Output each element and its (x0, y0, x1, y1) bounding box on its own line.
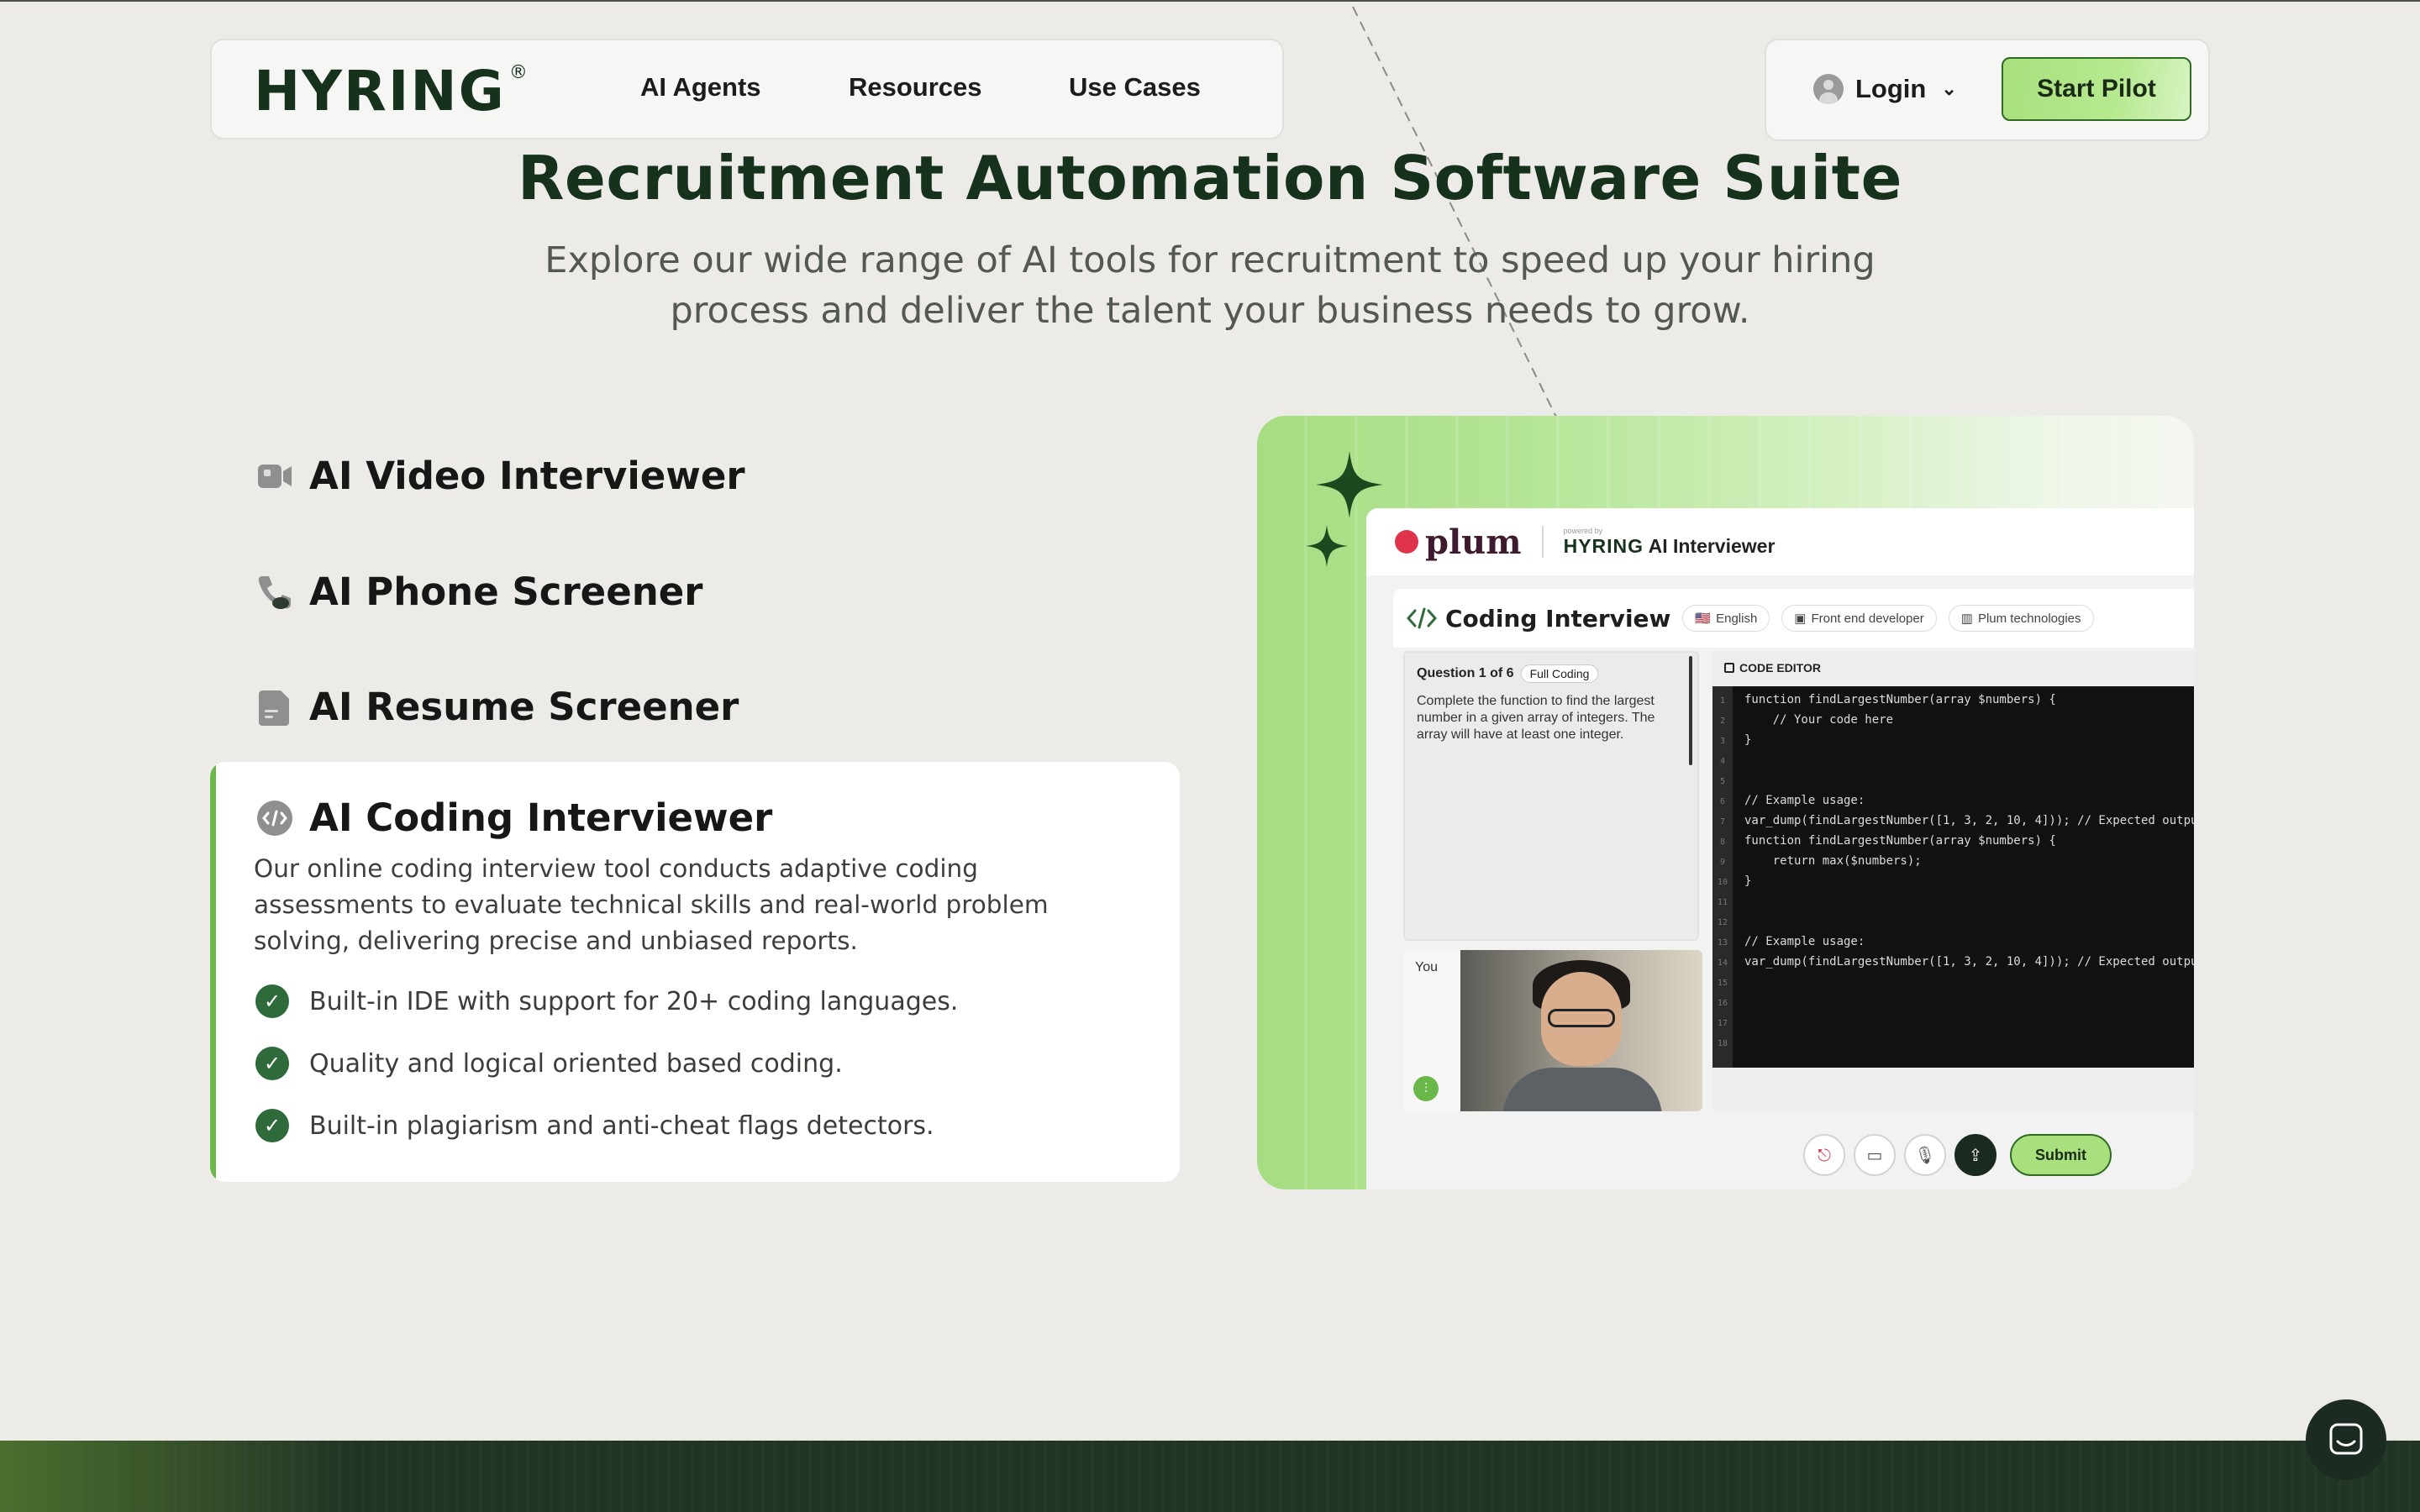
interview-toolbar: Coding Interview 🇺🇸 English ▣ Front end de… (1393, 589, 2194, 648)
interviewer-app: plum powered by HYRING AI Interviewer Co… (1366, 508, 2194, 1189)
video-camera-icon (255, 457, 294, 496)
page-title: Recruitment Automation Software Suite (518, 143, 1902, 213)
question-tag: Full Coding (1520, 664, 1599, 683)
page-subtitle: Explore our wide range of AI tools for r… (544, 239, 1876, 332)
question-text: Complete the function to find the larges… (1417, 694, 1655, 742)
code-line: 16 (1717, 999, 1728, 1008)
feature-description: Our online coding interview tool conduct… (254, 854, 1049, 955)
feature-tab-video-interviewer[interactable]: AI Video Interviewer (255, 454, 745, 498)
footer-band (0, 1441, 2420, 1512)
user-avatar-icon (1813, 74, 1844, 104)
start-pilot-button[interactable]: Start Pilot (2002, 57, 2191, 121)
building-icon: ▥ (1960, 612, 1973, 626)
code-line: 12 (1717, 918, 1728, 927)
code-line: 18 (1717, 1039, 1728, 1048)
phone-icon (255, 573, 294, 612)
editor-icon (1724, 663, 1734, 673)
candidate-image (1460, 950, 1702, 1111)
check-icon: ✓ (255, 984, 289, 1018)
interview-controls: ⎋ ▭ 🎙 ⇪ Submit (1803, 1134, 2112, 1176)
code-icon (255, 799, 294, 837)
code-line: 7 var_dump(findLargestNumber([1, 3, 2, 10… (1719, 814, 2194, 827)
chip-company[interactable]: ▥ Plum technologies (1948, 605, 2094, 632)
nav-link-use-cases[interactable]: Use Cases (1069, 72, 1201, 102)
code-line: 1 function findLargestNumber(array $numbe… (1719, 693, 2056, 706)
hyring-logo[interactable]: HYRING ® (254, 59, 529, 123)
feature-tab-resume-screener[interactable]: AI Resume Screener (255, 685, 739, 729)
chip-role[interactable]: ▣ Front end developer (1781, 605, 1937, 632)
interview-title: Coding Interview (1407, 605, 1670, 633)
plum-logo: plum (1395, 522, 1522, 562)
code-line: 15 (1717, 979, 1728, 988)
code-line: 3} (1719, 733, 1752, 747)
code-line: 2 // Your code here (1719, 713, 1894, 727)
feature-title: AI Coding Interviewer (309, 795, 773, 840)
feature-bullet: ✓ Quality and logical oriented based cod… (255, 1047, 843, 1080)
chip-language[interactable]: 🇺🇸 English (1682, 605, 1770, 632)
submit-button[interactable]: Submit (2010, 1134, 2112, 1176)
chevron-down-icon: ⌄ (1941, 78, 1957, 99)
code-line: 17 (1717, 1019, 1728, 1028)
question-panel: Question 1 of 6 Full Coding Complete the… (1403, 651, 1699, 941)
main-nav: HYRING ® AI Agents Resources Use Cases (210, 39, 1284, 139)
code-area[interactable]: 1 function findLargestNumber(array $numbe… (1712, 686, 2194, 1068)
code-line: 6// Example usage: (1719, 794, 1865, 807)
briefcase-icon: ▣ (1794, 612, 1807, 626)
feature-title: AI Video Interviewer (309, 454, 745, 498)
feature-bullet: ✓ Built-in IDE with support for 20+ codi… (255, 984, 958, 1018)
divider (1541, 526, 1544, 558)
code-brackets-icon (1407, 607, 1437, 629)
exit-button[interactable]: ⎋ (1803, 1134, 1845, 1176)
camera-button[interactable]: ▭ (1854, 1134, 1896, 1176)
active-indicator (210, 762, 216, 1182)
candidate-video: You ⫶ (1403, 950, 1702, 1111)
editor-header: CODE EDITOR (1724, 661, 1821, 675)
powered-by: powered by HYRING AI Interviewer (1563, 526, 1776, 557)
flag-icon: 🇺🇸 (1695, 612, 1712, 626)
code-editor[interactable]: CODE EDITOR 1 function findLargestNumber(… (1712, 651, 2194, 1111)
feature-tab-phone-screener[interactable]: AI Phone Screener (255, 570, 702, 614)
sparkle-small-icon (1306, 525, 1348, 567)
login-label: Login (1855, 74, 1927, 103)
code-line: 13// Example usage: (1717, 935, 1865, 948)
code-line: 4 (1719, 757, 1726, 766)
question-header: Question 1 of 6 Full Coding (1417, 664, 1599, 683)
check-icon: ✓ (255, 1109, 289, 1142)
microphone-button[interactable]: 🎙 (1904, 1134, 1946, 1176)
share-screen-button[interactable]: ⇪ (1954, 1134, 1996, 1176)
code-line: 14 var_dump(findLargestNumber([1, 3, 2, 1… (1717, 955, 2194, 969)
code-line: 10} (1717, 874, 1752, 888)
feature-tab-coding-interviewer[interactable]: AI Coding Interviewer (255, 795, 772, 840)
feature-card-coding-interviewer[interactable]: AI Coding Interviewer Our online coding … (210, 762, 1180, 1182)
document-icon (255, 688, 294, 727)
nav-actions: Login ⌄ Start Pilot (1765, 39, 2210, 141)
app-header: plum powered by HYRING AI Interviewer (1366, 508, 2194, 575)
login-dropdown[interactable]: Login ⌄ (1813, 74, 1957, 104)
check-icon: ✓ (255, 1047, 289, 1080)
feature-bullet: ✓ Built-in plagiarism and anti-cheat fla… (255, 1109, 934, 1142)
feature-title: AI Resume Screener (309, 685, 739, 729)
video-label: You (1415, 960, 1438, 974)
scrollbar[interactable] (1689, 656, 1692, 765)
audio-wave-icon: ⫶ (1413, 1076, 1439, 1101)
code-line: 8 function findLargestNumber(array $numbe… (1719, 834, 2056, 848)
plum-dot-icon (1395, 530, 1418, 554)
code-line: 9 return max($numbers); (1719, 854, 1922, 868)
nav-link-resources[interactable]: Resources (849, 72, 982, 102)
chat-icon (2329, 1423, 2363, 1455)
footer-band-glow (0, 1441, 353, 1512)
code-line: 5 (1719, 777, 1726, 786)
product-preview: plum powered by HYRING AI Interviewer Co… (1257, 416, 2194, 1189)
code-line: 11 (1717, 898, 1728, 907)
nav-link-ai-agents[interactable]: AI Agents (640, 72, 761, 102)
chat-launcher-button[interactable] (2306, 1399, 2386, 1480)
feature-title: AI Phone Screener (309, 570, 703, 614)
